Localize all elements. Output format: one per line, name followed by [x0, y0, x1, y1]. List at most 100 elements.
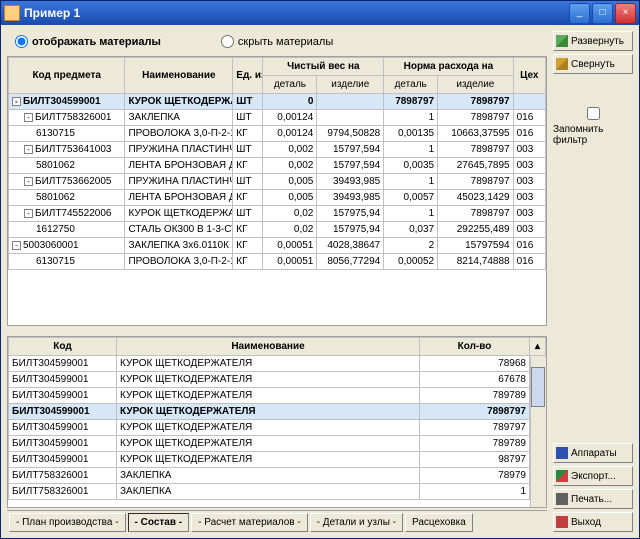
cell-name: КУРОК ЩЕТКОДЕРЖАТЕЛЯ — [117, 404, 420, 420]
table-row[interactable]: 5801062ЛЕНТА БРОНЗОВАЯ ДКГ0,00215797,594… — [9, 158, 546, 174]
maximize-button[interactable]: □ — [592, 3, 613, 24]
cell-nd: 0 — [263, 94, 317, 110]
hdr2-name: Наименование — [231, 341, 304, 352]
scroll-up-icon[interactable]: ▴ — [530, 338, 546, 356]
cell-np: 4028,38647 — [317, 238, 384, 254]
tree-toggle-icon[interactable]: - — [24, 113, 33, 122]
table-row[interactable]: -БИЛТ753641003ПРУЖИНА ПЛАСТИНЧШТ0,002157… — [9, 142, 546, 158]
content-area: отображать материалы скрыть материалы — [1, 25, 639, 538]
tab-sostav[interactable]: - Состав - — [128, 513, 190, 532]
remember-filter-checkbox[interactable] — [587, 107, 600, 120]
cell-qty: 1 — [420, 484, 530, 500]
export-icon — [556, 470, 568, 482]
table-row[interactable]: БИЛТ304599001КУРОК ЩЕТКОДЕРЖАТЕЛЯ789789 — [9, 436, 546, 452]
results-scrollbar[interactable] — [530, 357, 546, 507]
remember-filter-label: Запомнить фильтр — [553, 124, 633, 146]
cell-code: БИЛТ753662005 — [35, 176, 111, 187]
bottom-tabs: - План производства - - Состав - - Расче… — [7, 510, 547, 532]
cell-shop: 003 — [513, 142, 545, 158]
cell-code: БИЛТ758326001 — [9, 468, 117, 484]
tab-calc[interactable]: - Расчет материалов - — [191, 513, 308, 532]
cell-rd: 7898797 — [384, 94, 438, 110]
cell-np — [317, 94, 384, 110]
table-row[interactable]: БИЛТ304599001КУРОК ЩЕТКОДЕРЖАТЕЛЯ67678 — [9, 372, 546, 388]
structure-table: Код предмета ▾ Наименование Ед. изм. Чис… — [8, 57, 546, 270]
radio-show-label: отображать материалы — [32, 36, 161, 48]
titlebar[interactable]: Пример 1 _ □ × — [1, 1, 639, 25]
cell-code: 5801062 — [36, 192, 75, 203]
table-row[interactable]: -БИЛТ745522006КУРОК ЩЕТКОДЕРЖАШТ0,021579… — [9, 206, 546, 222]
radio-show-materials[interactable]: отображать материалы — [15, 35, 161, 48]
cell-unit: КГ — [233, 238, 263, 254]
cell-name: ПРОВОЛОКА 3,0-П-2-1Н — [125, 254, 233, 270]
cell-shop: 016 — [513, 254, 545, 270]
cell-np: 39493,985 — [317, 174, 384, 190]
cell-rp: 10663,37595 — [438, 126, 513, 142]
tab-details[interactable]: - Детали и узлы - — [310, 513, 403, 532]
minimize-button[interactable]: _ — [569, 3, 590, 24]
cell-shop: 016 — [513, 238, 545, 254]
cell-rd: 0,00052 — [384, 254, 438, 270]
grid-structure: Код предмета ▾ Наименование Ед. изм. Чис… — [7, 56, 547, 326]
table-row[interactable]: -БИЛТ758326001ЗАКЛЕПКАШТ0,00124178987970… — [9, 110, 546, 126]
table-row[interactable]: -БИЛТ304599001КУРОК ЩЕТКОДЕРЖАШТ07898797… — [9, 94, 546, 110]
tab-plan[interactable]: - План производства - — [9, 513, 126, 532]
tree-toggle-icon[interactable]: - — [24, 209, 33, 218]
hdr-name: Наименование — [142, 70, 215, 81]
print-label: Печать... — [571, 494, 612, 505]
cell-code: БИЛТ304599001 — [9, 388, 117, 404]
scrollbar-thumb[interactable] — [531, 367, 545, 407]
cell-qty: 78979 — [420, 468, 530, 484]
cell-qty: 789789 — [420, 388, 530, 404]
tree-toggle-icon[interactable]: - — [24, 145, 33, 154]
exit-button[interactable]: Выход — [553, 512, 633, 532]
cell-shop: 003 — [513, 190, 545, 206]
table-row[interactable]: -5003060001ЗАКЛЕПКА 3x6.0110ККГ0,0005140… — [9, 238, 546, 254]
tab-routing[interactable]: Расцеховка — [405, 513, 473, 532]
cell-np — [317, 110, 384, 126]
cell-rd: 1 — [384, 110, 438, 126]
table-row[interactable]: БИЛТ304599001КУРОК ЩЕТКОДЕРЖАТЕЛЯ78968 — [9, 356, 546, 372]
cell-code: БИЛТ758326001 — [35, 112, 111, 123]
cell-nd: 0,02 — [263, 206, 317, 222]
tree-toggle-icon[interactable]: - — [24, 177, 33, 186]
cell-name: КУРОК ЩЕТКОДЕРЖАТЕЛЯ — [117, 420, 420, 436]
apparatus-button[interactable]: Аппараты — [553, 443, 633, 463]
table-row[interactable]: БИЛТ304599001КУРОК ЩЕТКОДЕРЖАТЕЛЯ789797 — [9, 420, 546, 436]
cell-name: КУРОК ЩЕТКОДЕРЖАТЕЛЯ — [117, 436, 420, 452]
print-button[interactable]: Печать... — [553, 489, 633, 509]
cell-rp: 7898797 — [438, 94, 513, 110]
table-row[interactable]: БИЛТ304599001КУРОК ЩЕТКОДЕРЖАТЕЛЯ789789 — [9, 388, 546, 404]
collapse-button[interactable]: Свернуть — [553, 54, 633, 74]
table-row[interactable]: 6130715ПРОВОЛОКА 3,0-П-2-1НКГ0,000518056… — [9, 254, 546, 270]
cell-qty: 67678 — [420, 372, 530, 388]
table-row[interactable]: -БИЛТ753662005ПРУЖИНА ПЛАСТИНЧШТ0,005394… — [9, 174, 546, 190]
table-row[interactable]: 6130715ПРОВОЛОКА 3,0-П-2-1НКГ0,001249794… — [9, 126, 546, 142]
cell-nd: 0,002 — [263, 142, 317, 158]
table-row[interactable]: БИЛТ758326001ЗАКЛЕПКА1 — [9, 484, 546, 500]
cell-nd: 0,00124 — [263, 110, 317, 126]
collapse-label: Свернуть — [571, 59, 615, 70]
table-row[interactable]: 5801062ЛЕНТА БРОНЗОВАЯ ДКГ0,00539493,985… — [9, 190, 546, 206]
export-label: Экспорт... — [571, 471, 616, 482]
expand-button[interactable]: Развернуть — [553, 31, 633, 51]
radio-hide-input[interactable] — [221, 35, 234, 48]
tree-toggle-icon[interactable]: - — [12, 241, 21, 250]
cell-rd: 1 — [384, 206, 438, 222]
table-row[interactable]: БИЛТ758326001ЗАКЛЕПКА78979 — [9, 468, 546, 484]
cell-code: БИЛТ304599001 — [23, 96, 101, 107]
cell-code: 5801062 — [36, 160, 75, 171]
cell-name: КУРОК ЩЕТКОДЕРЖАТЕЛЯ — [117, 388, 420, 404]
table-row[interactable]: БИЛТ304599001КУРОК ЩЕТКОДЕРЖАТЕЛЯ7898797 — [9, 404, 546, 420]
cell-nd: 0,00051 — [263, 238, 317, 254]
export-button[interactable]: Экспорт... — [553, 466, 633, 486]
table-row[interactable]: БИЛТ304599001КУРОК ЩЕТКОДЕРЖАТЕЛЯ98797 — [9, 452, 546, 468]
close-button[interactable]: × — [615, 3, 636, 24]
exit-label: Выход — [571, 517, 601, 528]
cell-rd: 2 — [384, 238, 438, 254]
tree-toggle-icon[interactable]: - — [12, 97, 21, 106]
radio-show-input[interactable] — [15, 35, 28, 48]
radio-hide-materials[interactable]: скрыть материалы — [221, 35, 333, 48]
cell-qty: 7898797 — [420, 404, 530, 420]
table-row[interactable]: 1612750СТАЛЬ ОК300 В 1-3-СТКГ0,02157975,… — [9, 222, 546, 238]
